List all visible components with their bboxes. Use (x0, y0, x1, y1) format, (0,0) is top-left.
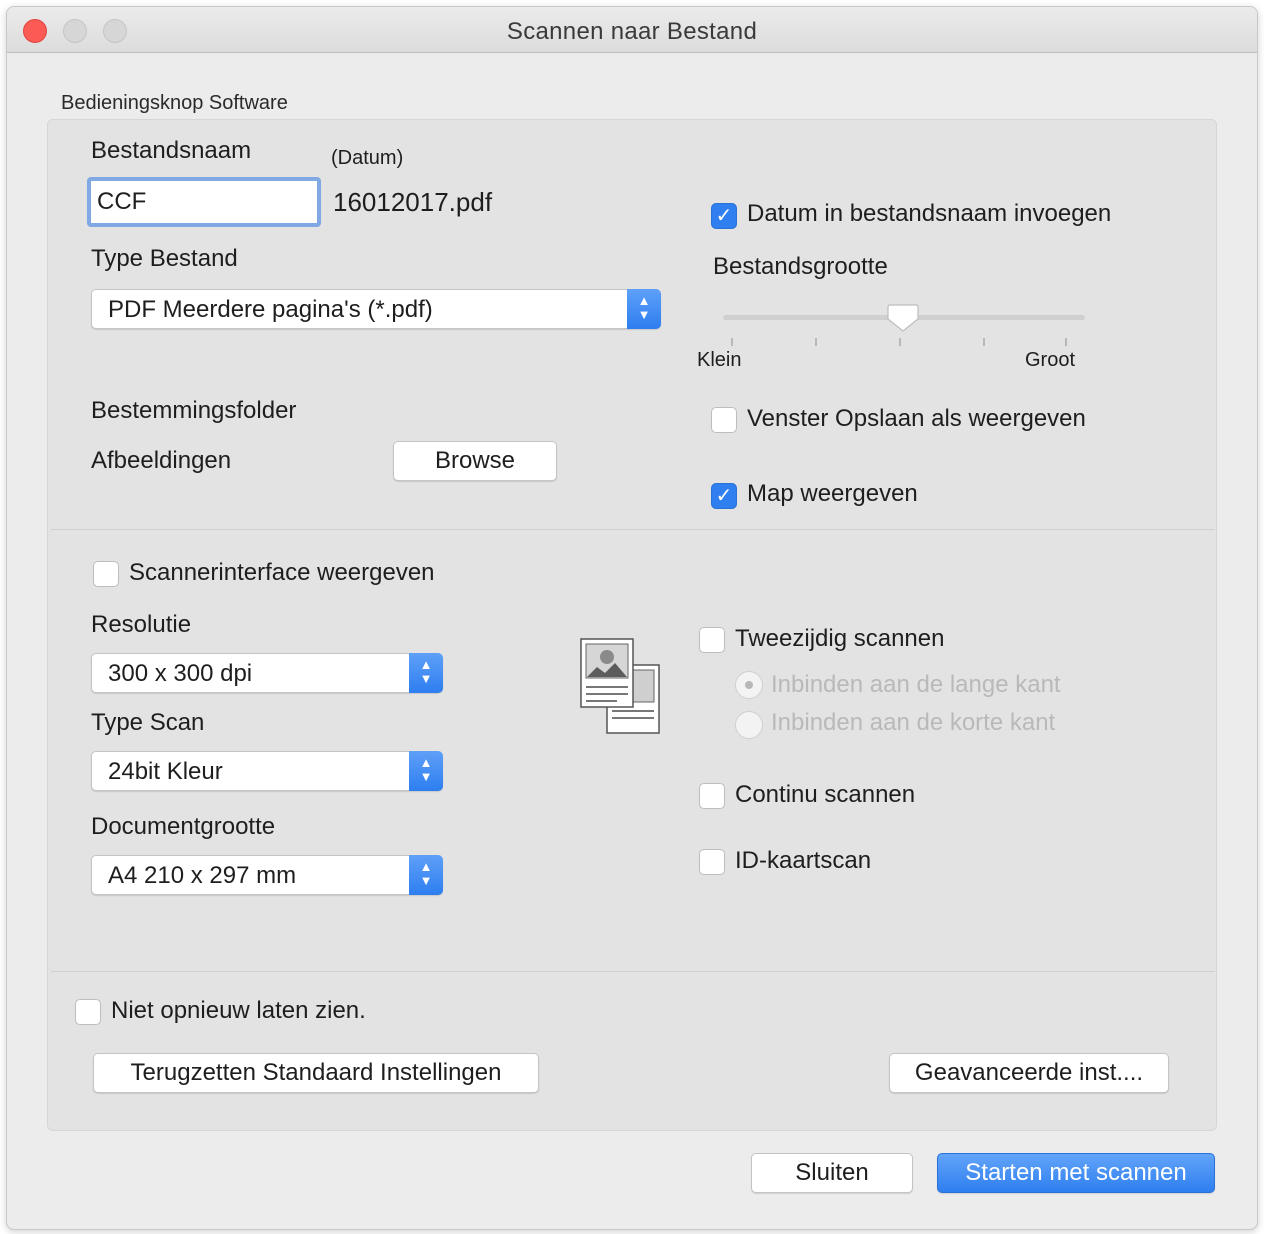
file-type-value: PDF Meerdere pagina's (*.pdf) (108, 296, 433, 323)
destination-label: Bestemmingsfolder (91, 397, 297, 424)
document-size-select[interactable]: A4 210 x 297 mm ▲ ▼ (91, 855, 443, 895)
file-size-slider-thumb[interactable] (887, 303, 919, 333)
slider-min-label: Klein (697, 349, 742, 371)
file-name-suffix: 16012017.pdf (333, 187, 493, 217)
document-size-label: Documentgrootte (91, 813, 276, 840)
scanner-interface-label: Scannerinterface weergeven (129, 559, 435, 586)
save-as-checkbox[interactable] (711, 407, 737, 433)
browse-button[interactable]: Browse (393, 441, 557, 481)
short-edge-label: Inbinden aan de korte kant (771, 709, 1056, 736)
continuous-checkbox[interactable] (699, 783, 725, 809)
popup-arrows-icon: ▲ ▼ (409, 751, 443, 791)
show-folder-checkbox[interactable]: ✓ (711, 483, 737, 509)
popup-arrows-icon: ▲ ▼ (627, 289, 661, 329)
save-as-checkbox-label: Venster Opslaan als weergeven (747, 405, 1086, 432)
slider-tick (983, 338, 985, 346)
slider-max-label: Groot (1025, 349, 1076, 371)
slider-tick (1065, 338, 1067, 346)
short-edge-radio[interactable] (735, 711, 763, 739)
start-scan-button[interactable]: Starten met scannen (937, 1153, 1215, 1193)
date-checkbox[interactable]: ✓ (711, 203, 737, 229)
duplex-checkbox[interactable] (699, 627, 725, 653)
group-label: Bedieningsknop Software (61, 92, 288, 114)
close-button[interactable]: Sluiten (751, 1153, 913, 1193)
resolution-value: 300 x 300 dpi (108, 660, 253, 687)
reset-defaults-button[interactable]: Terugzetten Standaard Instellingen (93, 1053, 539, 1093)
scan-type-label: Type Scan (91, 709, 205, 736)
long-edge-label: Inbinden aan de lange kant (771, 671, 1061, 698)
document-size-value: A4 210 x 297 mm (108, 862, 297, 889)
dont-show-checkbox[interactable] (75, 999, 101, 1025)
checkmark-icon: ✓ (715, 485, 733, 507)
section-divider (51, 971, 1215, 972)
slider-tick (899, 338, 901, 346)
window-title: Scannen naar Bestand (506, 18, 758, 45)
section-divider (51, 529, 1215, 530)
scan-type-select[interactable]: 24bit Kleur ▲ ▼ (91, 751, 443, 791)
slider-tick (731, 338, 733, 346)
scanner-interface-checkbox[interactable] (93, 561, 119, 587)
slider-tick (815, 338, 817, 346)
resolution-label: Resolutie (91, 611, 192, 638)
resolution-select[interactable]: 300 x 300 dpi ▲ ▼ (91, 653, 443, 693)
duplex-label: Tweezijdig scannen (735, 625, 945, 652)
duplex-document-icon (580, 638, 660, 734)
id-card-checkbox[interactable] (699, 849, 725, 875)
scan-type-value: 24bit Kleur (108, 758, 223, 785)
file-type-label: Type Bestand (91, 245, 238, 272)
date-checkbox-label: Datum in bestandsnaam invoegen (747, 200, 1112, 227)
dont-show-label: Niet opnieuw laten zien. (111, 997, 366, 1024)
date-hint: (Datum) (331, 147, 404, 169)
continuous-label: Continu scannen (735, 781, 916, 808)
file-name-label: Bestandsnaam (91, 137, 252, 164)
show-folder-checkbox-label: Map weergeven (747, 480, 918, 507)
popup-arrows-icon: ▲ ▼ (409, 653, 443, 693)
checkmark-icon: ✓ (715, 205, 733, 227)
scan-to-file-dialog: Scannen naar Bestand Bedieningsknop Soft… (6, 6, 1258, 1230)
file-name-input[interactable] (87, 177, 321, 227)
long-edge-radio[interactable] (735, 671, 763, 699)
title-bar: Scannen naar Bestand (7, 7, 1257, 53)
id-card-label: ID-kaartscan (735, 847, 872, 874)
advanced-settings-button[interactable]: Geavanceerde inst.... (889, 1053, 1169, 1093)
file-type-select[interactable]: PDF Meerdere pagina's (*.pdf) ▲ ▼ (91, 289, 661, 329)
file-size-label: Bestandsgrootte (713, 253, 888, 280)
popup-arrows-icon: ▲ ▼ (409, 855, 443, 895)
destination-folder: Afbeeldingen (91, 447, 232, 474)
